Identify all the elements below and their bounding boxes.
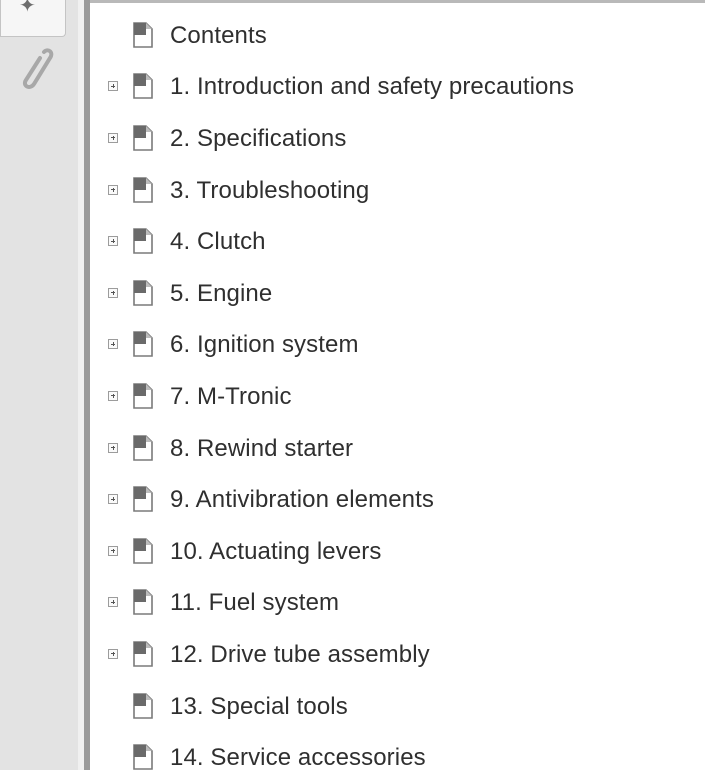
bookmark-label: 8. Rewind starter <box>170 434 354 462</box>
bookmark-page-icon <box>133 331 153 358</box>
expand-plus-icon[interactable] <box>108 597 118 608</box>
expand-plus-icon[interactable] <box>108 81 118 92</box>
navigation-pane-strip: ✦ <box>0 0 78 770</box>
pdf-reader-window: ✦ Contents 1. Introduction and safety pre… <box>0 0 705 770</box>
bookmark-page-icon <box>133 537 153 564</box>
bookmark-page-icon <box>133 641 153 667</box>
bookmark-item[interactable]: 14. Service accessories <box>90 732 705 770</box>
bookmark-item[interactable]: 9. Antivibration elements <box>90 474 705 526</box>
expand-plus-icon[interactable] <box>108 287 118 298</box>
bookmark-item[interactable]: 10. Actuating levers <box>90 526 705 578</box>
bookmark-tree: Contents 1. Introduction and safety preca… <box>90 10 705 770</box>
bookmark-page-icon <box>133 176 153 203</box>
expand-plus-icon[interactable] <box>108 390 118 401</box>
bookmark-item[interactable]: Contents <box>90 10 705 62</box>
panel-top-border <box>90 0 705 3</box>
bookmark-item[interactable]: 13. Special tools <box>90 681 705 733</box>
bookmark-label: 10. Actuating levers <box>170 537 382 565</box>
bookmark-label: 14. Service accessories <box>170 744 426 770</box>
expand-plus-icon[interactable] <box>108 184 118 195</box>
bookmark-label: 13. Special tools <box>170 692 348 720</box>
expand-plus-icon[interactable] <box>108 442 118 453</box>
bookmark-item[interactable]: 1. Introduction and safety precautions <box>90 62 705 114</box>
bookmark-page-icon <box>133 383 153 409</box>
bookmark-item[interactable]: 8. Rewind starter <box>90 423 705 475</box>
bookmark-label: 12. Drive tube assembly <box>170 640 430 668</box>
bookmark-label: 4. Clutch <box>170 228 266 256</box>
bookmark-item[interactable]: 2. Specifications <box>90 113 705 165</box>
expand-plus-icon[interactable] <box>108 339 118 350</box>
bookmark-page-icon <box>133 434 153 461</box>
bookmark-page-icon <box>133 486 153 512</box>
bookmark-page-icon <box>133 21 153 48</box>
bookmark-label: 3. Troubleshooting <box>170 176 370 204</box>
bookmark-page-icon <box>133 279 153 306</box>
bookmark-page-icon <box>133 228 153 254</box>
bookmark-label: 11. Fuel system <box>170 589 340 617</box>
bookmark-label: Contents <box>170 21 267 49</box>
bookmarks-icon: ✦ <box>19 0 36 17</box>
expand-plus-icon[interactable] <box>108 494 118 505</box>
expand-plus-icon[interactable] <box>108 132 118 143</box>
bookmark-item[interactable]: 5. Engine <box>90 268 705 320</box>
bookmark-page-icon <box>133 589 153 616</box>
bookmark-page-icon <box>133 692 153 719</box>
bookmark-label: 1. Introduction and safety precautions <box>170 73 575 101</box>
bookmark-label: 6. Ignition system <box>170 331 359 359</box>
bookmark-page-icon <box>133 125 153 151</box>
bookmark-item[interactable]: 4. Clutch <box>90 216 705 268</box>
paperclip-icon[interactable] <box>16 46 56 96</box>
bookmarks-panel: Contents 1. Introduction and safety preca… <box>90 0 705 770</box>
bookmark-page-icon <box>133 744 153 770</box>
bookmark-page-icon <box>133 73 153 100</box>
bookmark-item[interactable]: 3. Troubleshooting <box>90 165 705 217</box>
bookmark-item[interactable]: 11. Fuel system <box>90 578 705 630</box>
bookmark-label: 5. Engine <box>170 279 273 307</box>
expand-plus-icon[interactable] <box>108 545 118 556</box>
bookmark-label: 9. Antivibration elements <box>170 486 434 514</box>
bookmark-item[interactable]: 12. Drive tube assembly <box>90 629 705 681</box>
bookmark-label: 2. Specifications <box>170 124 347 152</box>
expand-plus-icon[interactable] <box>108 236 118 247</box>
bookmark-item[interactable]: 6. Ignition system <box>90 320 705 372</box>
bookmarks-tab[interactable]: ✦ <box>0 0 66 37</box>
bookmark-item[interactable]: 7. M-Tronic <box>90 371 705 423</box>
bookmark-label: 7. M-Tronic <box>170 382 292 410</box>
expand-plus-icon[interactable] <box>108 648 118 659</box>
